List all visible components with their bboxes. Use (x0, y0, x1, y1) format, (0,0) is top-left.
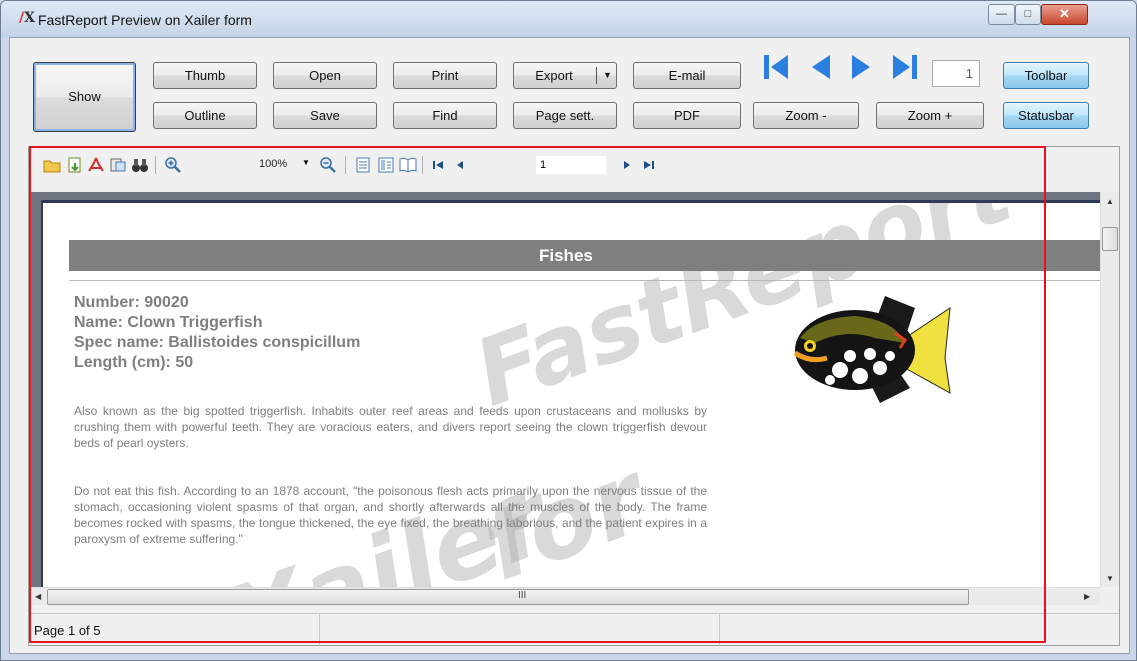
show-button[interactable]: Show (33, 62, 136, 132)
toolbar-separator (422, 156, 423, 174)
toolbar-separator (345, 156, 346, 174)
fish-length: Length (cm): 50 (74, 354, 194, 371)
thumbnails-icon[interactable] (377, 156, 395, 174)
scroll-up-icon[interactable]: ▲ (1106, 197, 1114, 206)
horizontal-scroll-thumb[interactable]: III (47, 589, 969, 605)
scroll-grip: III (518, 590, 527, 601)
status-divider (719, 614, 720, 646)
binoculars-icon[interactable] (131, 156, 149, 174)
print-button[interactable]: Print (393, 62, 497, 89)
outline-button[interactable]: Outline (153, 102, 257, 129)
divider (69, 280, 1100, 281)
app-window: /X FastReport Preview on Xailer form — □… (0, 0, 1137, 661)
minimize-button[interactable]: — (988, 4, 1015, 25)
previous-page-icon[interactable] (806, 52, 836, 82)
open-button[interactable]: Open (273, 62, 377, 89)
fish-notes: Do not eat this fish. According to an 18… (74, 484, 707, 546)
email-button[interactable]: E-mail (633, 62, 741, 89)
next-page-icon[interactable] (846, 52, 876, 82)
zoom-in-button[interactable]: Zoom + (876, 102, 984, 129)
fish-description: Also known as the big spotted triggerfis… (74, 404, 707, 450)
zoom-combo[interactable]: 100% (259, 158, 287, 170)
form-client-area: Show Thumb Outline Open Save Print Find … (9, 37, 1130, 654)
find-button[interactable]: Find (393, 102, 497, 129)
fish-name: Name: Clown Triggerfish (74, 314, 263, 331)
export-button[interactable]: Export ▼ (513, 62, 617, 89)
app-icon: /X (19, 10, 35, 26)
pdf-button[interactable]: PDF (633, 102, 741, 129)
save-page-icon[interactable] (66, 156, 84, 174)
export-label: Export (535, 68, 573, 83)
vertical-scrollbar[interactable]: ▲ ▼ (1100, 192, 1119, 587)
scroll-right-icon[interactable]: ▶ (1084, 592, 1090, 601)
page-info: Page 1 of 5 (34, 623, 101, 638)
statusbar-toggle-button[interactable]: Statusbar (1003, 102, 1089, 129)
last-page-icon[interactable] (890, 52, 920, 82)
email-report-icon[interactable] (109, 156, 127, 174)
window-title: FastReport Preview on Xailer form (38, 12, 252, 28)
status-bar: Page 1 of 5 (29, 613, 1119, 646)
pdf-export-icon[interactable] (87, 156, 105, 174)
thumb-button[interactable]: Thumb (153, 62, 257, 89)
report-title: Fishes (539, 246, 593, 265)
open-book-icon[interactable] (399, 156, 417, 174)
vertical-scroll-thumb[interactable] (1102, 227, 1118, 251)
toolbar-toggle-button[interactable]: Toolbar (1003, 62, 1089, 89)
page-number-input[interactable]: 1 (932, 60, 980, 87)
dropdown-arrow-icon[interactable]: ▼ (603, 63, 612, 88)
page-setup-button[interactable]: Page sett. (513, 102, 617, 129)
save-button[interactable]: Save (273, 102, 377, 129)
title-bar[interactable]: /X FastReport Preview on Xailer form — □… (1, 1, 1136, 37)
report-page: FastReport for Xailer Fishes Number: 900… (41, 200, 1100, 587)
maximize-button[interactable]: □ (1015, 4, 1041, 25)
fish-image (793, 296, 951, 403)
report-canvas[interactable]: FastReport for Xailer Fishes Number: 900… (29, 192, 1100, 587)
next-page-small-icon[interactable] (618, 156, 636, 174)
prev-page-small-icon[interactable] (451, 156, 469, 174)
horizontal-scrollbar[interactable]: ◀ III ▶ (29, 587, 1100, 605)
toolbar-separator (155, 156, 156, 174)
zoom-dropdown-icon[interactable]: ▼ (302, 158, 310, 167)
close-button[interactable]: ✕ (1041, 4, 1088, 25)
first-page-small-icon[interactable] (429, 156, 447, 174)
last-page-small-icon[interactable] (640, 156, 658, 174)
open-folder-icon[interactable] (43, 156, 61, 174)
export-divider (596, 67, 597, 84)
scroll-left-icon[interactable]: ◀ (35, 592, 41, 601)
fish-species: Spec name: Ballistoides conspicillum (74, 334, 361, 351)
status-divider (319, 614, 320, 646)
report-preview: 100% ▼ 1 FastReport for Xailer Fishes Nu… (28, 146, 1120, 646)
preview-page-input[interactable]: 1 (536, 156, 606, 174)
zoom-in-icon[interactable] (164, 156, 182, 174)
zoom-out-icon[interactable] (319, 156, 337, 174)
zoom-out-button[interactable]: Zoom - (753, 102, 859, 129)
fish-number: Number: 90020 (74, 294, 189, 311)
scroll-down-icon[interactable]: ▼ (1106, 574, 1114, 583)
report-title-band: Fishes (69, 240, 1100, 271)
outline-panel-icon[interactable] (354, 156, 372, 174)
preview-toolbar: 100% ▼ 1 (29, 147, 1119, 181)
first-page-icon[interactable] (761, 52, 791, 82)
